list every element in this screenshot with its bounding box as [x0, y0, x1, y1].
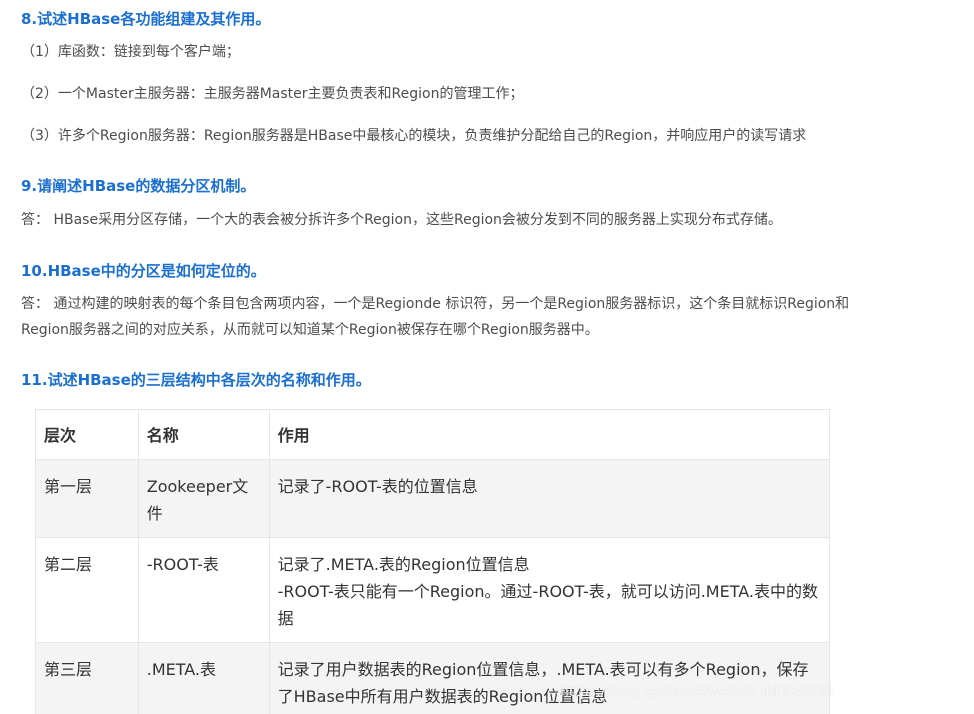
q8-heading: 8.试述HBase各功能组建及其作用。 [21, 10, 271, 28]
role-line: 记录了用户数据表的Region位置信息，.META.表可以有多个Region，保… [277, 660, 809, 706]
header-role: 作用 [268, 409, 831, 460]
table-header-row: 层次 名称 作用 [35, 409, 831, 460]
cell-role: 记录了.META.表的Region位置信息 -ROOT-表只能有一个Region… [268, 537, 831, 643]
hbase-layer-table: 层次 名称 作用 第一层 Zookeeper文件 记录了-ROOT-表的位置信息… [35, 409, 831, 714]
cell-level: 第二层 [35, 537, 139, 643]
q11-heading: 11.试述HBase的三层结构中各层次的名称和作用。 [21, 371, 371, 389]
table-row: 第三层 .META.表 记录了用户数据表的Region位置信息，.META.表可… [35, 642, 831, 714]
cell-role: 记录了-ROOT-表的位置信息 [268, 459, 831, 538]
article-page: 8.试述HBase各功能组建及其作用。 （1）库函数：链接到每个客户端； （2）… [0, 0, 974, 714]
cell-level: 第三层 [35, 642, 139, 714]
header-name: 名称 [137, 409, 270, 460]
q10-heading: 10.HBase中的分区是如何定位的。 [21, 262, 266, 280]
header-level: 层次 [35, 409, 139, 460]
q9-heading: 9.请阐述HBase的数据分区机制。 [21, 177, 256, 195]
q10-answer-line-1: 答： 通过构建的映射表的每个条目包含两项内容，一个是Regionde 标识符，另… [21, 296, 850, 312]
role-line: 记录了.META.表的Region位置信息 [277, 555, 530, 574]
q8-item-1: （1）库函数：链接到每个客户端； [21, 44, 240, 60]
role-line: -ROOT-表只能有一个Region。通过-ROOT-表，就可以访问.META.… [277, 582, 818, 628]
cell-level: 第一层 [35, 459, 139, 538]
role-line: 记录了-ROOT-表的位置信息 [277, 477, 478, 496]
cell-name: .META.表 [137, 642, 270, 714]
q10-answer-line-2: Region服务器之间的对应关系，从而就可以知道某个Region被保存在哪个Re… [21, 322, 599, 338]
cell-name: Zookeeper文件 [137, 459, 270, 538]
cell-role: 记录了用户数据表的Region位置信息，.META.表可以有多个Region，保… [268, 642, 831, 714]
q8-item-2: （2）一个Master主服务器：主服务器Master主要负责表和Region的管… [21, 86, 524, 102]
watermark: https://blog.csdn.net/weixin_44318830 [560, 684, 834, 700]
cell-name: -ROOT-表 [137, 537, 270, 643]
table-row: 第二层 -ROOT-表 记录了.META.表的Region位置信息 -ROOT-… [35, 537, 831, 643]
q9-answer: 答： HBase采用分区存储，一个大的表会被分拆许多个Region，这些Regi… [21, 212, 782, 228]
q8-item-3: （3）许多个Region服务器：Region服务器是HBase中最核心的模块，负… [21, 128, 807, 144]
table-row: 第一层 Zookeeper文件 记录了-ROOT-表的位置信息 [35, 459, 831, 538]
